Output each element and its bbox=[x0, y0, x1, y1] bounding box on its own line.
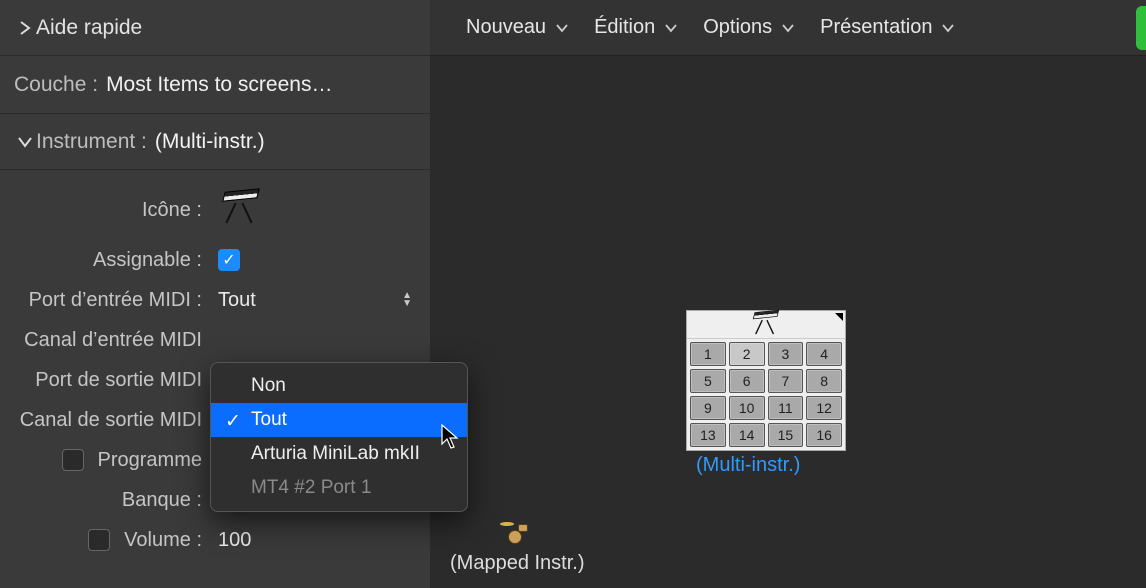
keyboard-stand-icon bbox=[218, 190, 264, 230]
environment-canvas[interactable]: Nouveau Édition Options Présentation bbox=[430, 0, 1146, 588]
multi-instrument-label: (Multi-instr.) bbox=[696, 454, 800, 477]
volume-row[interactable]: Volume : 100 bbox=[0, 520, 430, 560]
channel-cell-1[interactable]: 1 bbox=[690, 342, 726, 366]
channel-cell-3[interactable]: 3 bbox=[768, 342, 804, 366]
chevron-down-icon bbox=[556, 23, 568, 33]
channel-cell-7[interactable]: 7 bbox=[768, 369, 804, 393]
menu-presentation[interactable]: Présentation bbox=[814, 12, 960, 43]
channel-cell-9[interactable]: 9 bbox=[690, 396, 726, 420]
midi-in-port-label: Port d’entrée MIDI : bbox=[0, 289, 208, 312]
channel-cell-16[interactable]: 16 bbox=[806, 423, 842, 447]
channel-cell-14[interactable]: 14 bbox=[729, 423, 765, 447]
chevron-right-icon bbox=[14, 21, 36, 35]
instrument-label: Instrument : bbox=[36, 130, 147, 154]
stepper-icon[interactable]: ▲▼ bbox=[402, 292, 412, 308]
channel-cell-5[interactable]: 5 bbox=[690, 369, 726, 393]
assignable-row[interactable]: Assignable : ✓ bbox=[0, 240, 430, 280]
bank-label: Banque : bbox=[0, 489, 208, 512]
quick-help-row[interactable]: Aide rapide bbox=[0, 0, 430, 56]
volume-checkbox[interactable] bbox=[88, 529, 110, 551]
play-button-edge[interactable] bbox=[1136, 6, 1146, 50]
layer-label: Couche : bbox=[14, 73, 98, 97]
midi-out-port-label: Port de sortie MIDI bbox=[0, 369, 208, 392]
chevron-down-icon bbox=[782, 23, 794, 33]
channel-cell-10[interactable]: 10 bbox=[729, 396, 765, 420]
check-icon: ✓ bbox=[225, 410, 241, 433]
menu-edit[interactable]: Édition bbox=[588, 12, 683, 43]
triangle-menu-icon[interactable] bbox=[835, 313, 843, 321]
instrument-row[interactable]: Instrument : (Multi-instr.) bbox=[0, 114, 430, 170]
dropdown-item-arturia[interactable]: Arturia MiniLab mkII bbox=[211, 437, 467, 471]
channel-cell-4[interactable]: 4 bbox=[806, 342, 842, 366]
icon-label: Icône : bbox=[0, 199, 208, 222]
volume-value: 100 bbox=[218, 529, 251, 552]
drum-kit-icon[interactable] bbox=[500, 520, 530, 546]
midi-port-dropdown[interactable]: Non ✓ Tout Arturia MiniLab mkII MT4 #2 P… bbox=[210, 362, 468, 512]
multi-instrument-node[interactable]: 12345678910111213141516 bbox=[686, 310, 846, 451]
layer-row[interactable]: Couche : Most Items to screens… bbox=[0, 56, 430, 114]
assignable-checkbox[interactable]: ✓ bbox=[218, 249, 240, 271]
channel-cell-8[interactable]: 8 bbox=[806, 369, 842, 393]
channel-cell-2[interactable]: 2 bbox=[729, 342, 765, 366]
menu-options[interactable]: Options bbox=[697, 12, 800, 43]
icon-row[interactable]: Icône : bbox=[0, 180, 430, 240]
dropdown-item-mt4: MT4 #2 Port 1 bbox=[211, 471, 467, 505]
program-checkbox[interactable] bbox=[62, 449, 84, 471]
midi-out-channel-label: Canal de sortie MIDI bbox=[0, 409, 208, 432]
midi-in-channel-label: Canal d’entrée MIDI bbox=[0, 329, 208, 352]
channel-cell-11[interactable]: 11 bbox=[768, 396, 804, 420]
toolbar: Nouveau Édition Options Présentation bbox=[430, 0, 1146, 56]
channel-cell-12[interactable]: 12 bbox=[806, 396, 842, 420]
channel-cell-13[interactable]: 13 bbox=[690, 423, 726, 447]
quick-help-label: Aide rapide bbox=[36, 16, 142, 40]
chevron-down-icon bbox=[14, 136, 36, 148]
program-label: Programme bbox=[98, 449, 202, 472]
instrument-value: (Multi-instr.) bbox=[155, 130, 265, 154]
dropdown-item-non[interactable]: Non bbox=[211, 369, 467, 403]
midi-in-channel-row[interactable]: Canal d’entrée MIDI bbox=[0, 320, 430, 360]
channel-cell-6[interactable]: 6 bbox=[729, 369, 765, 393]
mapped-instrument-label: (Mapped Instr.) bbox=[450, 552, 585, 575]
midi-in-port-row[interactable]: Port d’entrée MIDI : Tout ▲▼ bbox=[0, 280, 430, 320]
midi-in-port-value: Tout bbox=[218, 289, 256, 312]
menu-new[interactable]: Nouveau bbox=[460, 12, 574, 43]
node-header[interactable] bbox=[687, 311, 845, 339]
volume-label: Volume : bbox=[124, 529, 202, 552]
channel-grid: 12345678910111213141516 bbox=[687, 339, 845, 450]
layer-value: Most Items to screens… bbox=[106, 73, 332, 97]
assignable-label: Assignable : bbox=[0, 249, 208, 272]
channel-cell-15[interactable]: 15 bbox=[768, 423, 804, 447]
keyboard-stand-icon bbox=[750, 311, 782, 339]
chevron-down-icon bbox=[942, 23, 954, 33]
chevron-down-icon bbox=[665, 23, 677, 33]
dropdown-item-tout[interactable]: ✓ Tout bbox=[211, 403, 467, 437]
inspector-panel: Aide rapide Couche : Most Items to scree… bbox=[0, 0, 430, 588]
